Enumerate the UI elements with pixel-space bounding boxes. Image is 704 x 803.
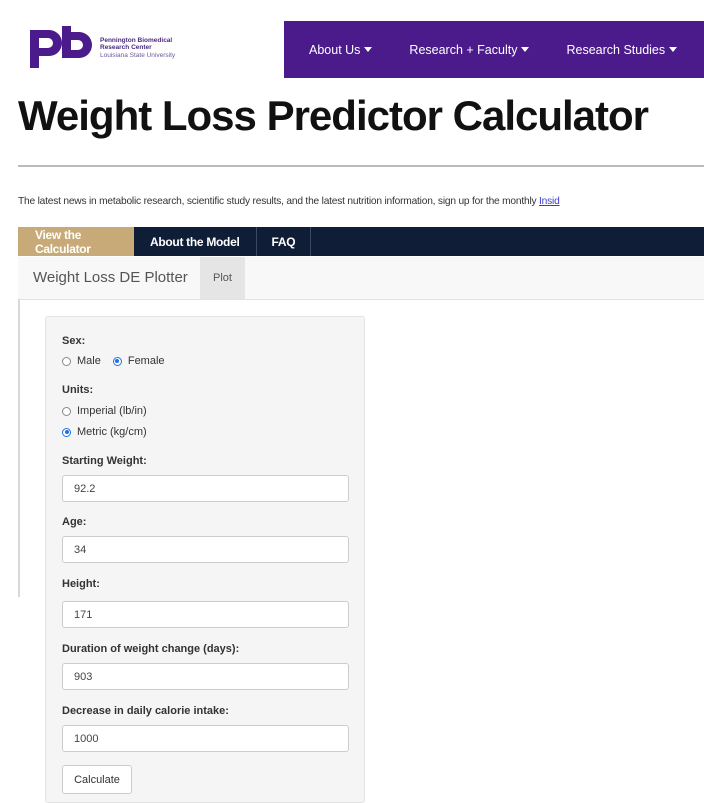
height-input[interactable]: 171 [62, 601, 349, 628]
page-title: Weight Loss Predictor Calculator [18, 92, 649, 139]
top-navigation: About Us Research + Faculty Research Stu… [284, 21, 704, 78]
height-label: Height: [62, 578, 100, 590]
calculate-button[interactable]: Calculate [62, 765, 132, 794]
radio-female[interactable] [112, 356, 122, 366]
logo-text: Pennington Biomedical Research Center Lo… [100, 37, 175, 60]
radio-female-label[interactable]: Female [128, 355, 165, 367]
caret-down-icon [521, 47, 530, 52]
starting-weight-input[interactable]: 92.2 [62, 475, 349, 502]
radio-imperial-label[interactable]: Imperial (lb/in) [77, 405, 147, 417]
panel-border [18, 299, 20, 597]
nav-about-us-label: About Us [309, 42, 361, 57]
starting-weight-label: Starting Weight: [62, 455, 147, 467]
age-input[interactable]: 34 [62, 536, 349, 563]
units-label: Units: [62, 384, 94, 396]
radio-imperial[interactable] [62, 406, 71, 416]
radio-male-label[interactable]: Male [77, 355, 101, 367]
nav-research-studies[interactable]: Research Studies [566, 42, 678, 57]
radio-metric-label[interactable]: Metric (kg/cm) [77, 426, 147, 438]
tab-about-model[interactable]: About the Model [134, 227, 257, 256]
nav-research-faculty-label: Research + Faculty [409, 42, 518, 57]
tab-faq[interactable]: FAQ [257, 227, 312, 256]
tab-view-calculator[interactable]: View the Calculator [18, 227, 134, 256]
input-panel: Sex: Male Female Units: Imperial (lb/in)… [45, 316, 365, 803]
sex-radio-group: Male Female [62, 355, 165, 367]
newsletter-line: The latest news in metabolic research, s… [18, 196, 560, 207]
logo-line-1: Pennington Biomedical [100, 36, 173, 44]
radio-imperial-row: Imperial (lb/in) [62, 405, 147, 417]
duration-input[interactable]: 903 [62, 663, 349, 690]
radio-metric-row: Metric (kg/cm) [62, 426, 147, 438]
newsletter-link[interactable]: Insid [539, 196, 560, 207]
tab-plot[interactable]: Plot [200, 257, 245, 299]
pennington-logo[interactable]: Pennington Biomedical Research Center Lo… [28, 26, 175, 70]
radio-metric[interactable] [62, 427, 71, 437]
calorie-decrease-input[interactable]: 1000 [62, 725, 349, 752]
logo-line-2: Research Center [100, 44, 152, 52]
newsletter-text: The latest news in metabolic research, s… [18, 196, 540, 207]
sex-label: Sex: [62, 335, 86, 347]
app-brand[interactable]: Weight Loss DE Plotter [33, 269, 188, 286]
main-tabs: View the Calculator About the Model FAQ [18, 227, 704, 256]
calorie-decrease-label: Decrease in daily calorie intake: [62, 705, 229, 717]
duration-label: Duration of weight change (days): [62, 643, 240, 655]
title-divider [18, 165, 704, 167]
logo-line-3: Louisiana State University [100, 51, 176, 59]
caret-down-icon [669, 47, 678, 52]
caret-down-icon [364, 47, 373, 52]
nav-about-us[interactable]: About Us [309, 42, 373, 57]
age-label: Age: [62, 516, 87, 528]
pb-logo-icon [30, 26, 92, 68]
app-navbar: Weight Loss DE Plotter Plot [18, 257, 704, 300]
radio-male[interactable] [62, 356, 71, 366]
nav-research-faculty[interactable]: Research + Faculty [409, 42, 530, 57]
nav-research-studies-label: Research Studies [566, 42, 666, 57]
